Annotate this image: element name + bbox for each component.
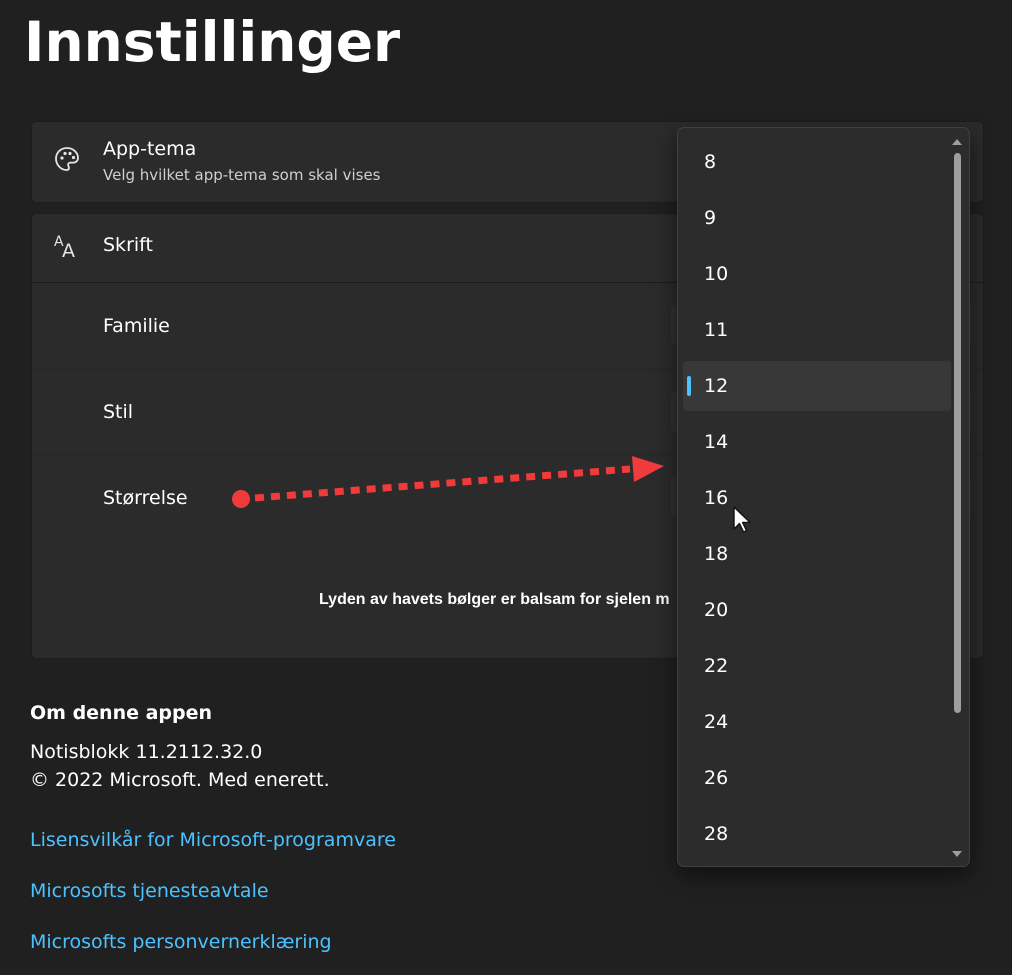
font-icon: A A [52,231,82,261]
size-option[interactable]: 18 [683,529,951,579]
page-title: Innstillinger [24,10,401,74]
font-title: Skrift [103,234,153,256]
size-option[interactable]: 20 [683,585,951,635]
font-family-label: Familie [103,315,170,337]
size-option[interactable]: 10 [683,249,951,299]
size-option[interactable]: 8 [683,137,951,187]
svg-text:A: A [62,240,75,261]
about-copyright: © 2022 Microsoft. Med enerett. [30,769,330,791]
services-agreement-link[interactable]: Microsofts tjenesteavtale [30,880,269,902]
app-theme-subtitle: Velg hvilket app-tema som skal vises [103,166,381,184]
about-version: Notisblokk 11.2112.32.0 [30,741,263,763]
size-option[interactable]: 16 [683,473,951,523]
size-option[interactable]: 14 [683,417,951,467]
palette-icon [52,144,82,174]
license-terms-link[interactable]: Lisensvilkår for Microsoft-programvare [30,829,396,851]
scroll-down-arrow-icon[interactable] [951,849,963,859]
scroll-up-arrow-icon[interactable] [951,137,963,147]
mouse-cursor-icon [732,505,754,535]
font-size-dropdown[interactable]: 8 9 10 11 12 14 16 18 20 22 24 26 28 [677,127,970,867]
font-style-label: Stil [103,401,134,423]
size-option[interactable]: 28 [683,809,951,859]
selection-indicator [687,376,691,396]
about-heading: Om denne appen [30,702,213,724]
dropdown-scrollbar[interactable] [951,128,963,866]
font-preview-text: Lyden av havets bølger er balsam for sje… [319,591,670,608]
size-option[interactable]: 24 [683,697,951,747]
size-option-selected[interactable]: 12 [683,361,951,411]
app-theme-title: App-tema [103,138,197,160]
font-size-label: Størrelse [103,487,188,509]
privacy-statement-link[interactable]: Microsofts personvernerklæring [30,931,332,953]
scrollbar-thumb[interactable] [954,153,961,713]
size-option[interactable]: 26 [683,753,951,803]
size-option[interactable]: 11 [683,305,951,355]
size-option[interactable]: 9 [683,193,951,243]
size-option[interactable]: 22 [683,641,951,691]
